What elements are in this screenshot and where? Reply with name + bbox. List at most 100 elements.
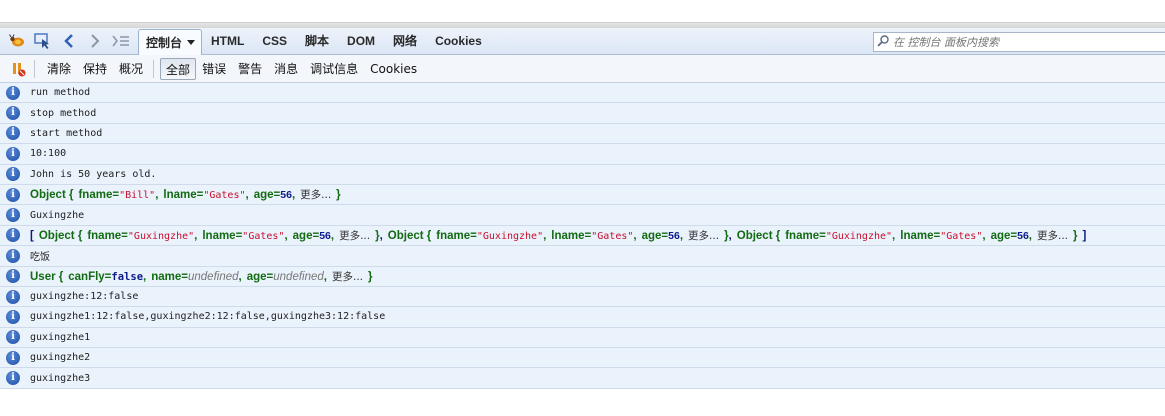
tab-console-label: 控制台	[146, 35, 183, 50]
search-input[interactable]	[893, 35, 1153, 49]
filter-errors-button[interactable]: 错误	[196, 58, 232, 80]
log-message: guxingzhe1	[30, 331, 91, 343]
log-row: i Guxingzhe	[0, 205, 1165, 226]
prop-value: "Bill"	[119, 190, 156, 202]
filter-debug-button[interactable]: 调试信息	[304, 58, 364, 80]
info-icon: i	[6, 208, 20, 223]
info-icon: i	[6, 85, 20, 100]
more-link[interactable]: 更多...	[339, 228, 370, 243]
log-row: i 10:100	[0, 144, 1165, 165]
prop-value: "Gates"	[203, 190, 246, 202]
object-preview[interactable]: User { canFly= false, name= undefined, age…	[30, 269, 373, 284]
object-prefix[interactable]: Object {	[39, 230, 82, 242]
filter-warnings-button[interactable]: 警告	[232, 58, 268, 80]
prop-key: age=	[253, 189, 281, 202]
forward-arrow-icon[interactable]	[84, 30, 106, 52]
log-message: guxingzhe3	[30, 372, 91, 384]
log-row: i [ Object { fname= "Guxingzhe", lname= "G…	[0, 225, 1165, 247]
tab-dom[interactable]: DOM	[338, 28, 384, 55]
info-icon: i	[6, 146, 20, 161]
firebug-tab-bar: 控制台 HTML CSS 脚本 DOM 网络 Cookies	[0, 28, 1165, 55]
log-row: i guxingzhe1	[0, 327, 1165, 349]
back-arrow-icon[interactable]	[58, 30, 80, 52]
log-row: i John is 50 years old.	[0, 164, 1165, 185]
profile-button[interactable]: 概况	[113, 58, 149, 80]
tab-html[interactable]: HTML	[202, 28, 253, 55]
array-close: ]	[1082, 229, 1087, 242]
info-icon: i	[6, 167, 20, 182]
object-prefix: User {	[30, 270, 64, 283]
window-top-area	[0, 0, 1165, 22]
prop-value: 56	[280, 189, 292, 202]
log-row: i guxingzhe:12:false	[0, 286, 1165, 308]
array-open: [	[30, 229, 34, 242]
object-suffix: }	[336, 189, 341, 202]
prop-key: fname=	[78, 189, 120, 202]
more-link[interactable]: 更多...	[332, 269, 363, 284]
log-message: guxingzhe2	[30, 352, 91, 364]
toolbar-divider	[34, 59, 35, 78]
tab-css[interactable]: CSS	[253, 28, 296, 55]
info-icon: i	[6, 106, 20, 121]
prop-key: lname=	[163, 189, 204, 202]
info-icon: i	[6, 330, 20, 345]
log-message: guxingzhe:12:false	[30, 291, 139, 303]
search-box	[873, 32, 1165, 52]
object-prefix[interactable]: Object {	[388, 230, 431, 242]
log-message: guxingzhe1:12:false,guxingzhe2:12:false,…	[30, 311, 386, 323]
object-preview[interactable]: Object { fname= "Bill", lname= "Gates", ag…	[30, 187, 341, 202]
tab-net[interactable]: 网络	[384, 28, 426, 55]
clear-button[interactable]: 清除	[41, 58, 77, 80]
log-message: Guxingzhe	[30, 209, 85, 221]
object-prefix[interactable]: Object {	[737, 230, 780, 242]
tab-script[interactable]: 脚本	[296, 28, 338, 55]
log-message: stop method	[30, 107, 97, 119]
log-row: i guxingzhe1:12:false,guxingzhe2:12:fals…	[0, 307, 1165, 328]
prop-value: false	[111, 270, 144, 283]
info-icon: i	[6, 309, 20, 324]
log-message: 10:100	[30, 148, 67, 160]
more-link[interactable]: 更多...	[688, 228, 719, 243]
info-icon: i	[6, 269, 20, 284]
array-preview[interactable]: [ Object { fname= "Guxingzhe", lname= "Gat…	[30, 228, 1086, 243]
info-icon: i	[6, 371, 20, 386]
info-icon: i	[6, 248, 20, 263]
more-link[interactable]: 更多...	[300, 187, 331, 202]
filter-info-button[interactable]: 消息	[268, 58, 304, 80]
console-log: i run method i stop method i start metho…	[0, 83, 1165, 389]
info-icon: i	[6, 350, 20, 365]
log-message: John is 50 years old.	[30, 168, 157, 180]
tab-console[interactable]: 控制台	[138, 29, 203, 55]
log-row: i Object { fname= "Bill", lname= "Gates", …	[0, 184, 1165, 206]
prop-value: undefined	[273, 270, 324, 283]
log-row: i 吃饭	[0, 246, 1165, 267]
info-icon: i	[6, 187, 20, 202]
log-message: start method	[30, 127, 103, 139]
persist-button[interactable]: 保持	[77, 58, 113, 80]
info-icon: i	[6, 126, 20, 141]
object-suffix: }	[368, 270, 373, 283]
command-line-toggle-icon[interactable]	[110, 30, 132, 52]
log-row: i guxingzhe3	[0, 368, 1165, 389]
filter-cookies-button[interactable]: Cookies	[364, 58, 423, 80]
info-icon: i	[6, 289, 20, 304]
firebug-menu-icon[interactable]	[6, 30, 28, 52]
prop-value: undefined	[187, 270, 239, 283]
filter-all-button[interactable]: 全部	[160, 57, 197, 80]
log-message: 吃饭	[30, 252, 50, 264]
pause-breakpoint-icon[interactable]	[8, 58, 30, 80]
info-icon: i	[6, 228, 20, 243]
console-toolbar: 清除 保持 概况 全部 错误 警告 消息 调试信息 Cookies	[0, 55, 1165, 83]
log-message: run method	[30, 87, 91, 99]
inspect-element-icon[interactable]	[32, 30, 54, 52]
object-prefix: Object {	[30, 189, 74, 202]
log-row: i User { canFly= false, name= undefined, a…	[0, 266, 1165, 287]
tab-cookies[interactable]: Cookies	[426, 28, 491, 55]
log-row: i stop method	[0, 103, 1165, 124]
search-icon	[877, 34, 889, 50]
toolbar-divider	[153, 59, 155, 78]
more-link[interactable]: 更多...	[1037, 228, 1068, 243]
chevron-down-icon[interactable]	[187, 40, 196, 45]
log-row: i run method	[0, 83, 1165, 104]
log-row: i start method	[0, 123, 1165, 145]
